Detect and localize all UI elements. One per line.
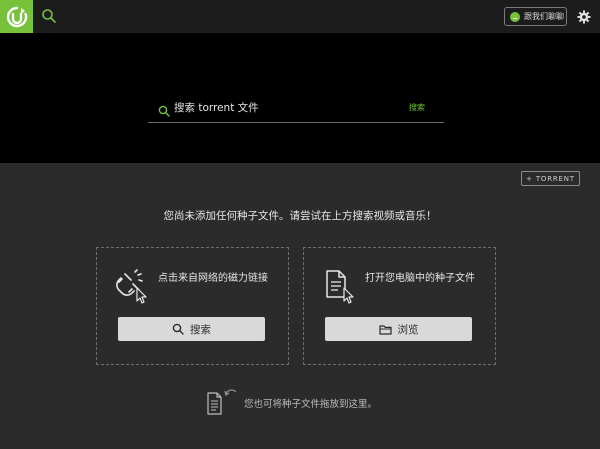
- utorrent-logo-icon[interactable]: [0, 0, 33, 33]
- file-card-text: 打开您电脑中的种子文件: [365, 273, 475, 284]
- search-submit-button[interactable]: 搜索: [409, 102, 425, 113]
- folder-icon: [378, 324, 392, 335]
- search-icon[interactable]: [41, 8, 57, 24]
- empty-state-message: 您尚未添加任何种子文件。请尝试在上方搜索视频或音乐！: [163, 210, 437, 222]
- search-button-label: 搜索: [190, 323, 211, 336]
- search-bar: 搜索: [148, 97, 444, 123]
- drop-zone-hint: 您也可将种子文件拖放到这里。: [205, 386, 405, 416]
- chat-button-label: 跟我们聊聊: [524, 12, 564, 21]
- document-cursor-icon: [322, 268, 358, 304]
- magnet-link-card: 点击来自网络的磁力链接 搜索: [96, 247, 289, 365]
- browse-button[interactable]: 浏览: [325, 317, 472, 341]
- search-icon: [158, 102, 170, 117]
- drop-hint-text: 您也可将种子文件拖放到这里。: [244, 399, 378, 410]
- browse-button-label: 浏览: [397, 323, 419, 336]
- search-button[interactable]: 搜索: [118, 317, 265, 341]
- chat-button[interactable]: 跟我们聊聊: [504, 7, 567, 26]
- magnet-cursor-icon: [115, 268, 151, 304]
- gear-icon[interactable]: [577, 9, 591, 24]
- drag-document-icon: [205, 386, 239, 416]
- chat-bubble-icon: [510, 11, 520, 22]
- add-torrent-button[interactable]: + TORRENT: [521, 171, 580, 186]
- search-input[interactable]: [174, 98, 394, 118]
- magnet-card-text: 点击来自网络的磁力链接: [158, 273, 268, 284]
- torrent-file-card: 打开您电脑中的种子文件 浏览: [303, 247, 496, 365]
- search-icon: [172, 323, 184, 335]
- top-bar: 跟我们聊聊: [0, 0, 600, 33]
- search-hero: 搜索: [0, 33, 600, 163]
